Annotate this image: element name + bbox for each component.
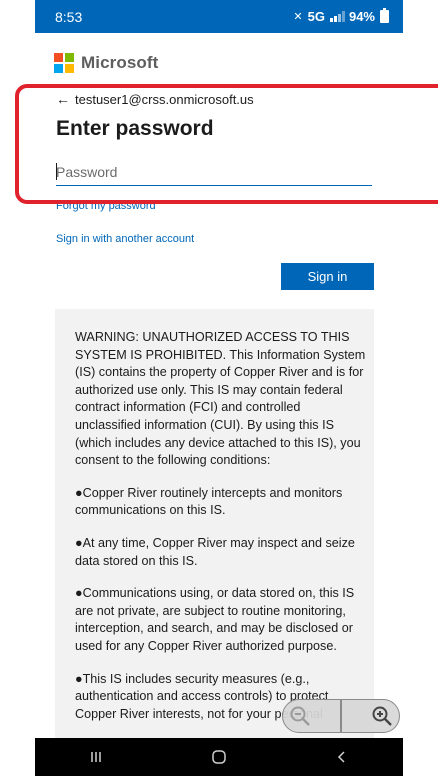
- zoom-in-icon[interactable]: [371, 705, 393, 727]
- brand-name: Microsoft: [81, 53, 159, 72]
- battery-icon: [380, 8, 389, 23]
- back-icon[interactable]: [322, 738, 362, 776]
- warning-paragraph: ●At any time, Copper River may inspect a…: [75, 535, 355, 568]
- status-bar: 8:53 ✕ 5G 94%: [35, 0, 403, 33]
- status-indicators: ✕ 5G 94%: [293, 8, 389, 24]
- recent-apps-icon[interactable]: [76, 738, 116, 776]
- microsoft-logo-icon: [54, 53, 74, 73]
- warning-paragraph: WARNING: UNAUTHORIZED ACCESS TO THIS SYS…: [75, 330, 366, 468]
- sign-in-another-account-link[interactable]: Sign in with another account: [56, 233, 194, 245]
- zoom-out-icon[interactable]: [289, 705, 311, 727]
- network-label: 5G: [307, 9, 325, 24]
- signal-icon: [329, 11, 345, 22]
- mute-icon: ✕: [293, 11, 303, 23]
- warning-paragraph: ●Communications using, or data stored on…: [75, 586, 355, 653]
- highlight-annotation: [15, 84, 438, 204]
- zoom-control: [282, 699, 400, 733]
- brand-header: Microsoft: [54, 53, 158, 73]
- system-nav-bar: [35, 738, 403, 776]
- zoom-divider: [340, 699, 342, 733]
- sign-in-button[interactable]: Sign in: [281, 263, 374, 290]
- warning-paragraph: ●Copper River routinely intercepts and m…: [75, 485, 343, 518]
- home-icon[interactable]: [199, 738, 239, 776]
- status-time: 8:53: [55, 8, 83, 25]
- warning-banner: WARNING: UNAUTHORIZED ACCESS TO THIS SYS…: [55, 309, 374, 749]
- battery-label: 94%: [348, 9, 375, 24]
